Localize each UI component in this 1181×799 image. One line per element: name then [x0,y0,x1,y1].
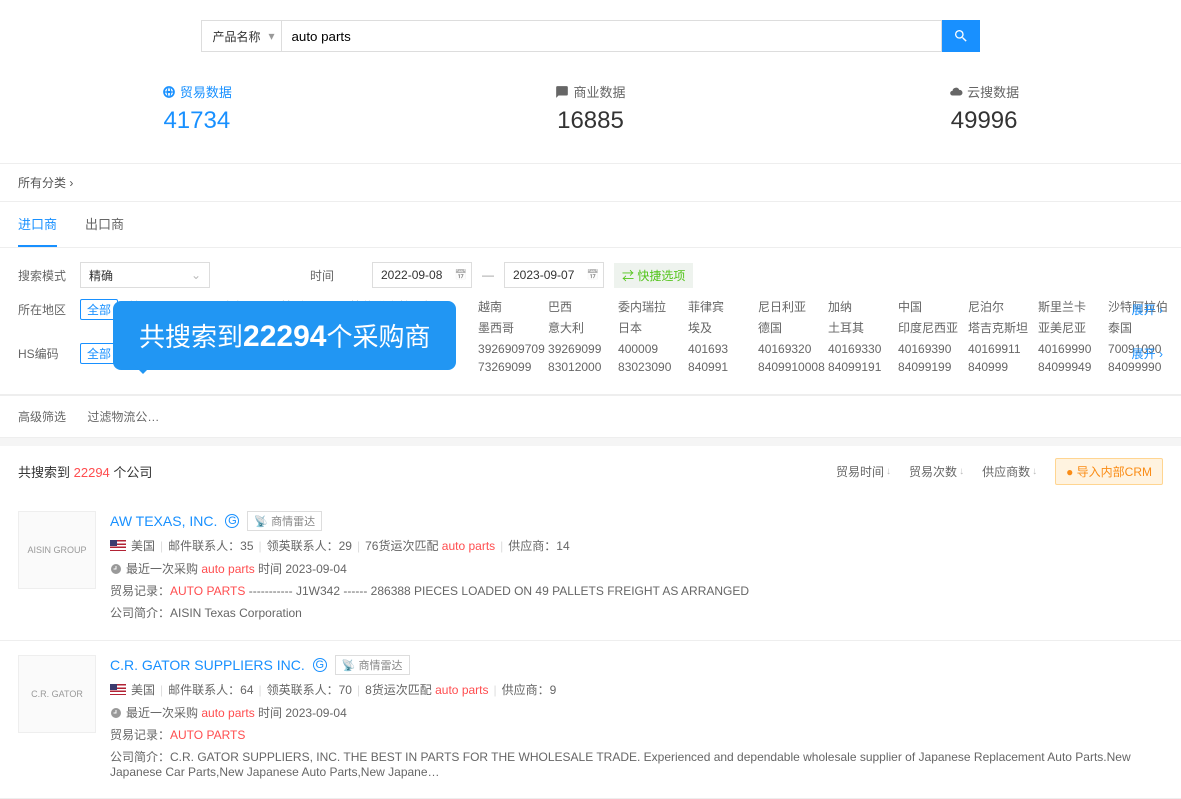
hs-expand-link[interactable]: 展开 › [1132,345,1163,362]
search-icon [953,28,969,44]
hs-item[interactable]: 8409910008 [758,360,822,374]
globe-icon [162,85,176,99]
region-expand-link[interactable]: 展开 › [1132,301,1163,318]
hs-item[interactable]: 84099990 [1108,360,1172,374]
hs-item[interactable]: 840999 [968,360,1032,374]
hs-item[interactable]: 3926909709 [478,342,542,356]
date-to-input[interactable]: 2023-09-07 [504,262,604,288]
tab-exporter[interactable]: 出口商 [85,202,124,247]
adv-filter-label: 高级筛选 [18,410,66,424]
region-label: 所在地区 [18,298,70,318]
hs-item[interactable]: 40169330 [828,342,892,356]
sort-arrow-icon: ↓ [886,466,891,477]
hs-item[interactable]: 84099199 [898,360,962,374]
region-item[interactable]: 德国 [758,319,822,336]
hs-item[interactable]: 401693 [688,342,752,356]
stat-label: 贸易数据 [180,82,232,101]
region-item[interactable]: 菲律宾 [688,298,752,315]
result-item: AISIN GROUP AW TEXAS, INC. G 📡 商情雷达 美国 |… [0,497,1181,641]
region-item[interactable]: 亚美尼亚 [1038,319,1102,336]
company-logo: C.R. GATOR [18,655,96,733]
company-logo: AISIN GROUP [18,511,96,589]
stat-cloud-data[interactable]: 云搜数据 49996 [949,82,1019,135]
date-from-input[interactable]: 2022-09-08 [372,262,472,288]
cloud-icon [949,85,963,99]
date-quick-option[interactable]: ⇄ 快捷选项 [614,263,693,288]
result-item: C.R. GATOR C.R. GATOR SUPPLIERS INC. G 📡… [0,641,1181,799]
verified-badge-icon: G [225,514,239,528]
adv-filter-option[interactable]: 过滤物流公… [87,410,159,424]
region-item[interactable]: 加纳 [828,298,892,315]
category-breadcrumb[interactable]: 所有分类 › [0,164,1181,202]
search-count-callout: 共搜索到22294个采购商 [113,301,456,370]
region-item[interactable]: 泰国 [1108,319,1172,336]
company-name-link[interactable]: C.R. GATOR SUPPLIERS INC. [110,657,305,673]
search-mode-label: 搜索模式 [18,267,70,284]
hs-label: HS编码 [18,342,70,362]
hs-item[interactable]: 400009 [618,342,682,356]
country-label: 美国 [131,681,155,698]
radar-badge-button[interactable]: 📡 商情雷达 [335,655,410,675]
region-item[interactable]: 土耳其 [828,319,892,336]
search-mode-select[interactable]: 精确 [80,262,210,288]
date-separator: — [482,268,494,282]
stat-value: 41734 [162,107,232,135]
radar-badge-button[interactable]: 📡 商情雷达 [247,511,322,531]
region-item[interactable]: 印度尼西亚 [898,319,962,336]
stat-label: 商业数据 [573,82,625,101]
stats-bar: 贸易数据 41734 商业数据 16885 云搜数据 49996 [0,72,1181,164]
region-item[interactable]: 意大利 [548,319,612,336]
stat-trade-data[interactable]: 贸易数据 41734 [162,82,232,135]
region-item[interactable]: 斯里兰卡 [1038,298,1102,315]
sort-arrow-icon: ↓ [959,466,964,477]
tab-importer[interactable]: 进口商 [18,202,57,247]
region-item[interactable]: 巴西 [548,298,612,315]
flag-icon [110,540,126,551]
region-item[interactable]: 尼日利亚 [758,298,822,315]
hs-item[interactable]: 73269099 [478,360,542,374]
region-item[interactable]: 中国 [898,298,962,315]
sort-arrow-icon: ↓ [1032,466,1037,477]
search-category-select[interactable]: 产品名称 [201,20,281,52]
region-item[interactable]: 墨西哥 [478,319,542,336]
hs-item[interactable]: 40169390 [898,342,962,356]
search-category-label: 产品名称 [212,28,260,45]
hs-item[interactable]: 83012000 [548,360,612,374]
stat-value: 16885 [555,107,625,135]
flag-icon [110,684,126,695]
time-label: 时间 [310,267,362,284]
search-button[interactable] [942,20,980,52]
stat-label: 云搜数据 [967,82,1019,101]
verified-badge-icon: G [313,658,327,672]
region-item[interactable]: 越南 [478,298,542,315]
country-label: 美国 [131,537,155,554]
region-item[interactable]: 埃及 [688,319,752,336]
hs-item[interactable]: 40169320 [758,342,822,356]
hs-item[interactable]: 84099191 [828,360,892,374]
stat-value: 49996 [949,107,1019,135]
search-input[interactable] [282,20,942,52]
clock-icon [110,563,122,575]
region-item[interactable]: 尼泊尔 [968,298,1032,315]
hs-item[interactable]: 40169911 [968,342,1032,356]
region-item[interactable]: 塔吉克斯坦 [968,319,1032,336]
sort-trade-count[interactable]: 贸易次数 ↓ [909,463,964,480]
hs-item[interactable]: 39269099 [548,342,612,356]
hs-item[interactable]: 84099949 [1038,360,1102,374]
hs-item[interactable]: 83023090 [618,360,682,374]
chat-icon [555,85,569,99]
region-item[interactable]: 委内瑞拉 [618,298,682,315]
sort-trade-time[interactable]: 贸易时间 ↓ [836,463,891,480]
company-name-link[interactable]: AW TEXAS, INC. [110,513,217,529]
import-crm-button[interactable]: ● 导入内部CRM [1055,458,1163,485]
results-count: 共搜索到 22294 个公司 [18,462,152,481]
region-item[interactable]: 日本 [618,319,682,336]
stat-business-data[interactable]: 商业数据 16885 [555,82,625,135]
sort-supplier-count[interactable]: 供应商数 ↓ [982,463,1037,480]
hs-item[interactable]: 40169990 [1038,342,1102,356]
hs-item[interactable]: 840991 [688,360,752,374]
clock-icon [110,707,122,719]
